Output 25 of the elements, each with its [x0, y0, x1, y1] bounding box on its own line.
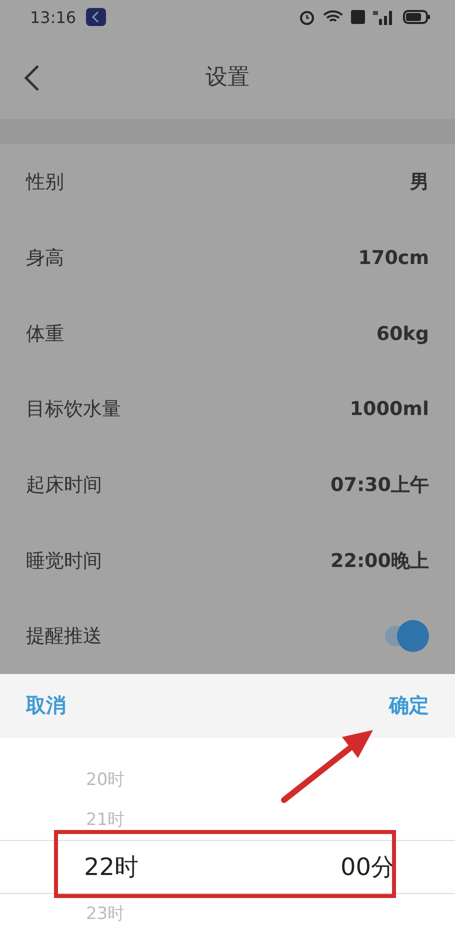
status-time: 13:16 — [30, 8, 76, 27]
setting-value[interactable]: 170cm — [358, 246, 429, 269]
setting-label: 身高 — [26, 246, 64, 271]
setting-label: 提醒推送 — [26, 624, 102, 650]
setting-value[interactable]: 22:00晚上 — [330, 548, 429, 574]
confirm-button[interactable]: 确定 — [389, 692, 429, 720]
setting-value[interactable]: 07:30上午 — [330, 472, 429, 498]
battery-icon — [403, 10, 431, 24]
back-icon[interactable] — [24, 64, 40, 91]
time-picker[interactable]: 20时 21时 22时 00分 23时 — [0, 738, 455, 934]
setting-value[interactable]: 60kg — [376, 322, 429, 345]
page-title: 设置 — [206, 64, 250, 92]
alarm-icon — [299, 9, 315, 26]
hour-option[interactable]: 22时 — [84, 850, 139, 883]
minute-option[interactable]: 00分 — [340, 850, 395, 883]
setting-label: 性别 — [26, 170, 64, 196]
setting-label: 睡觉时间 — [26, 548, 102, 574]
cancel-button[interactable]: 取消 — [26, 692, 66, 720]
signal-icon — [373, 9, 395, 26]
setting-label: 体重 — [26, 322, 64, 347]
setting-value[interactable]: 1000ml — [350, 398, 429, 420]
app-icon — [86, 8, 106, 26]
setting-value[interactable]: 男 — [410, 169, 429, 196]
setting-label: 起床时间 — [26, 472, 102, 498]
setting-label: 目标饮水量 — [26, 397, 121, 422]
